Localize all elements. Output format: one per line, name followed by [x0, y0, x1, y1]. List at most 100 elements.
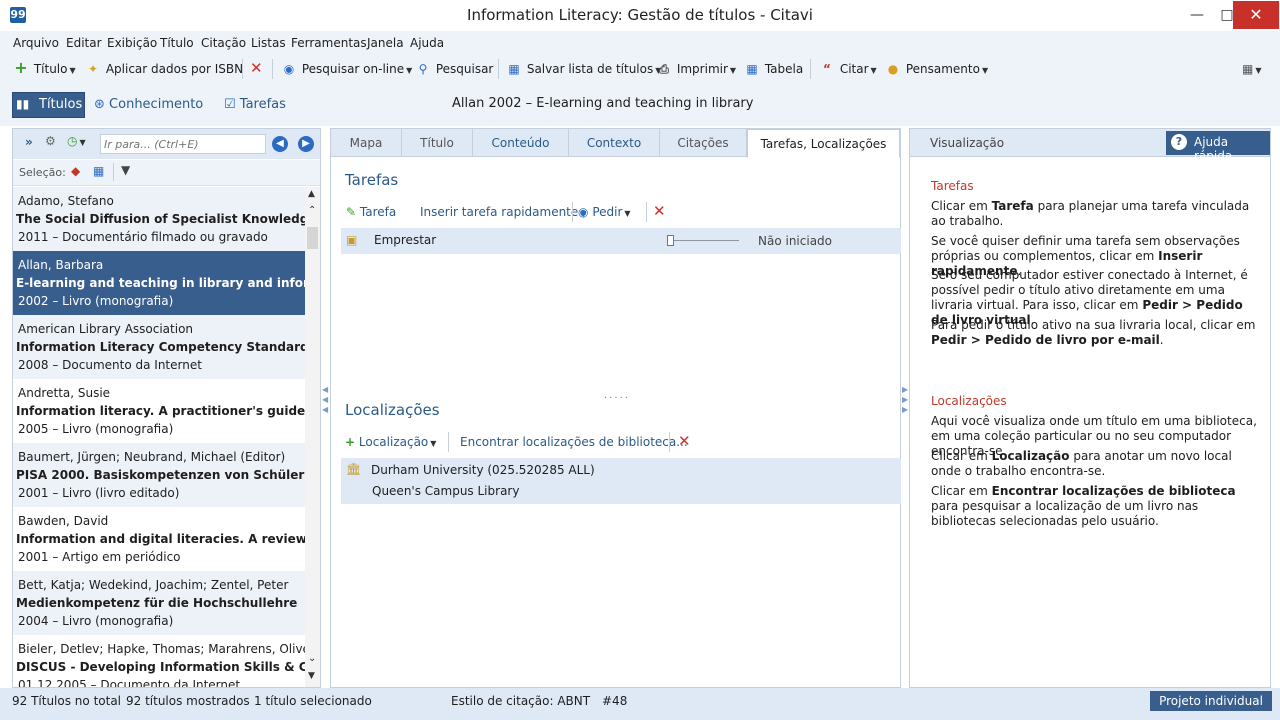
add-task-icon: ✎	[346, 205, 357, 219]
scroll-bottom-icon[interactable]: ▼	[308, 671, 315, 681]
thought-button[interactable]: ● Pensamento ▼	[884, 62, 988, 76]
print-button[interactable]: ⎙ Imprimir ▼	[655, 62, 736, 77]
magic-wand-icon: ✦	[87, 62, 99, 76]
selection-bar: Seleção: ◆ ▦ ▼	[13, 160, 320, 186]
tasks-icon: ☑	[224, 97, 236, 112]
task-status: Não iniciado	[758, 234, 833, 248]
tab-tarefas-localizacoes[interactable]: Tarefas, Localizações	[747, 129, 900, 158]
reference-row[interactable]: Baumert, Jürgen; Neubrand, Michael (Edit…	[13, 443, 305, 507]
reference-list-scrollbar[interactable]: ▲ ⌃ ⌄ ▼	[305, 187, 320, 687]
help-paragraph: Clicar em Encontrar localizações de bibl…	[931, 484, 1236, 528]
gear-icon[interactable]: ⚙	[45, 134, 56, 148]
go-to-search-input[interactable]	[100, 134, 266, 154]
layout-toggle-icon[interactable]: ▦ ▼	[1242, 62, 1262, 76]
menu-listas[interactable]: Listas	[251, 36, 286, 50]
tab-titulo[interactable]: Título	[402, 129, 473, 157]
menu-janela[interactable]: Janela	[367, 36, 404, 50]
filter-icon[interactable]: ▼	[121, 163, 130, 177]
previous-arrow-icon[interactable]: ◀	[272, 136, 288, 152]
reference-row[interactable]: Bett, Katja; Wedekind, Joachim; Zentel, …	[13, 571, 305, 635]
scroll-top-icon[interactable]: ▲	[308, 189, 315, 199]
close-window-button[interactable]: ✕	[1233, 1, 1279, 29]
task-toolbar-separator	[646, 202, 647, 222]
order-button[interactable]: ◉ Pedir ▼	[578, 205, 631, 219]
search-online-button[interactable]: ◉ Pesquisar on-line ▼	[280, 62, 413, 76]
menu-ferramentas[interactable]: Ferramentas	[291, 36, 367, 50]
location-row[interactable]: 🏛 Durham University (025.520285 ALL) Que…	[341, 458, 901, 504]
table-button[interactable]: ▦ Tabela	[743, 62, 803, 76]
horizontal-splitter-grip[interactable]: .....	[604, 390, 630, 401]
find-library-locations-button[interactable]: Encontrar localizações de biblioteca...	[460, 435, 688, 449]
reference-row[interactable]: Bieler, Detlev; Hapke, Thomas; Marahrens…	[13, 635, 305, 687]
delete-icon[interactable]: ✕	[250, 59, 263, 77]
nav-conhecimento-button[interactable]: ⊛ Conhecimento	[94, 97, 203, 112]
location-toolbar-separator	[669, 432, 670, 452]
lightbulb-icon: ●	[887, 62, 899, 76]
left-splitter-handle[interactable]: ◀ ◀ ◀	[322, 385, 328, 425]
quick-help-button[interactable]: ? Ajuda rápida	[1166, 131, 1270, 163]
save-list-icon: ▦	[508, 62, 520, 76]
task-progress-slider[interactable]	[667, 235, 739, 246]
menu-titulo[interactable]: Título	[160, 36, 194, 50]
menu-arquivo[interactable]: Arquivo	[13, 36, 59, 50]
tab-mapa[interactable]: Mapa	[331, 129, 402, 157]
menu-bar: Arquivo Editar Exibição Título Citação L…	[0, 31, 1280, 55]
selection-label: Seleção:	[19, 166, 66, 179]
menu-citacao[interactable]: Citação	[201, 36, 246, 50]
add-task-button[interactable]: ✎ Tarefa	[346, 205, 396, 219]
reference-row[interactable]: Andretta, Susie Information literacy. A …	[13, 379, 305, 443]
tab-contexto[interactable]: Contexto	[569, 129, 660, 157]
reference-row-selected[interactable]: Allan, Barbara E-learning and teaching i…	[13, 251, 305, 315]
task-row[interactable]: ▣ Emprestar Não iniciado	[341, 228, 901, 254]
tab-citacoes[interactable]: Citações	[660, 129, 747, 157]
delete-task-icon[interactable]: ✕	[653, 202, 666, 220]
delete-location-icon[interactable]: ✕	[678, 432, 691, 450]
status-total: 92 Títulos no total	[12, 694, 122, 708]
plus-icon: +	[345, 435, 356, 449]
plus-icon: +	[14, 58, 28, 77]
slider-track	[667, 240, 739, 241]
add-location-button[interactable]: + Localização ▼	[345, 435, 436, 449]
selection-tag-icon[interactable]: ◆	[71, 164, 80, 178]
window-title: Information Literacy: Gestão de títulos …	[467, 6, 813, 24]
books-icon: ▮▮	[16, 97, 30, 111]
toolbar-separator	[242, 59, 243, 79]
history-icon[interactable]: ◷ ▼	[67, 134, 86, 148]
next-arrow-icon[interactable]: ▶	[298, 136, 314, 152]
selection-list-icon[interactable]: ▦	[93, 164, 104, 178]
location-toolbar-separator	[448, 432, 449, 452]
menu-exibicao[interactable]: Exibição	[107, 36, 157, 50]
scroll-up-icon[interactable]: ⌃	[308, 205, 316, 216]
order-globe-icon: ◉	[578, 205, 589, 219]
menu-ajuda[interactable]: Ajuda	[410, 36, 444, 50]
reference-row[interactable]: Adamo, Stefano The Social Diffusion of S…	[13, 187, 305, 251]
reference-row[interactable]: Bawden, David Information and digital li…	[13, 507, 305, 571]
save-list-button[interactable]: ▦ Salvar lista de títulos ▼	[505, 62, 661, 76]
menu-editar[interactable]: Editar	[66, 36, 102, 50]
status-shown: 92 títulos mostrados	[126, 694, 250, 708]
new-title-button[interactable]: + Título ▼	[12, 58, 75, 77]
help-paragraph: Clicar em Tarefa para planejar uma taref…	[931, 199, 1250, 228]
cite-button[interactable]: “ Citar ▼	[818, 62, 877, 76]
minimize-button[interactable]: —	[1182, 1, 1212, 29]
slider-thumb[interactable]	[667, 235, 674, 246]
scroll-thumb[interactable]	[307, 227, 318, 249]
nav-titulos-button[interactable]: ▮▮ Títulos	[12, 92, 85, 118]
expand-icon[interactable]: »	[25, 135, 33, 149]
tab-conteudo[interactable]: Conteúdo	[473, 129, 569, 157]
project-type-badge[interactable]: Projeto individual	[1150, 691, 1272, 711]
reference-row[interactable]: American Library Association Information…	[13, 315, 305, 379]
quick-insert-task-button[interactable]: Inserir tarefa rapidamente ▼	[420, 205, 586, 219]
quote-icon: “	[823, 62, 831, 76]
scroll-down-icon[interactable]: ⌄	[308, 653, 316, 664]
right-splitter-handle[interactable]: ▶ ▶ ▶	[902, 385, 908, 415]
status-citation-style[interactable]: Estilo de citação: ABNT	[451, 694, 590, 708]
clipboard-icon: ▣	[346, 233, 358, 247]
nav-tarefas-button[interactable]: ☑ Tarefas	[224, 97, 286, 112]
search-button[interactable]: ⚲ Pesquisar	[414, 62, 494, 76]
apply-isbn-button[interactable]: ✦ Aplicar dados por ISBN	[84, 62, 243, 76]
help-paragraph: Clicar em Localização para anotar um nov…	[931, 449, 1232, 478]
help-paragraph: Para pedir o título ativo na sua livrari…	[931, 318, 1256, 347]
toolbar-separator	[498, 59, 499, 79]
knowledge-icon: ⊛	[94, 97, 105, 112]
